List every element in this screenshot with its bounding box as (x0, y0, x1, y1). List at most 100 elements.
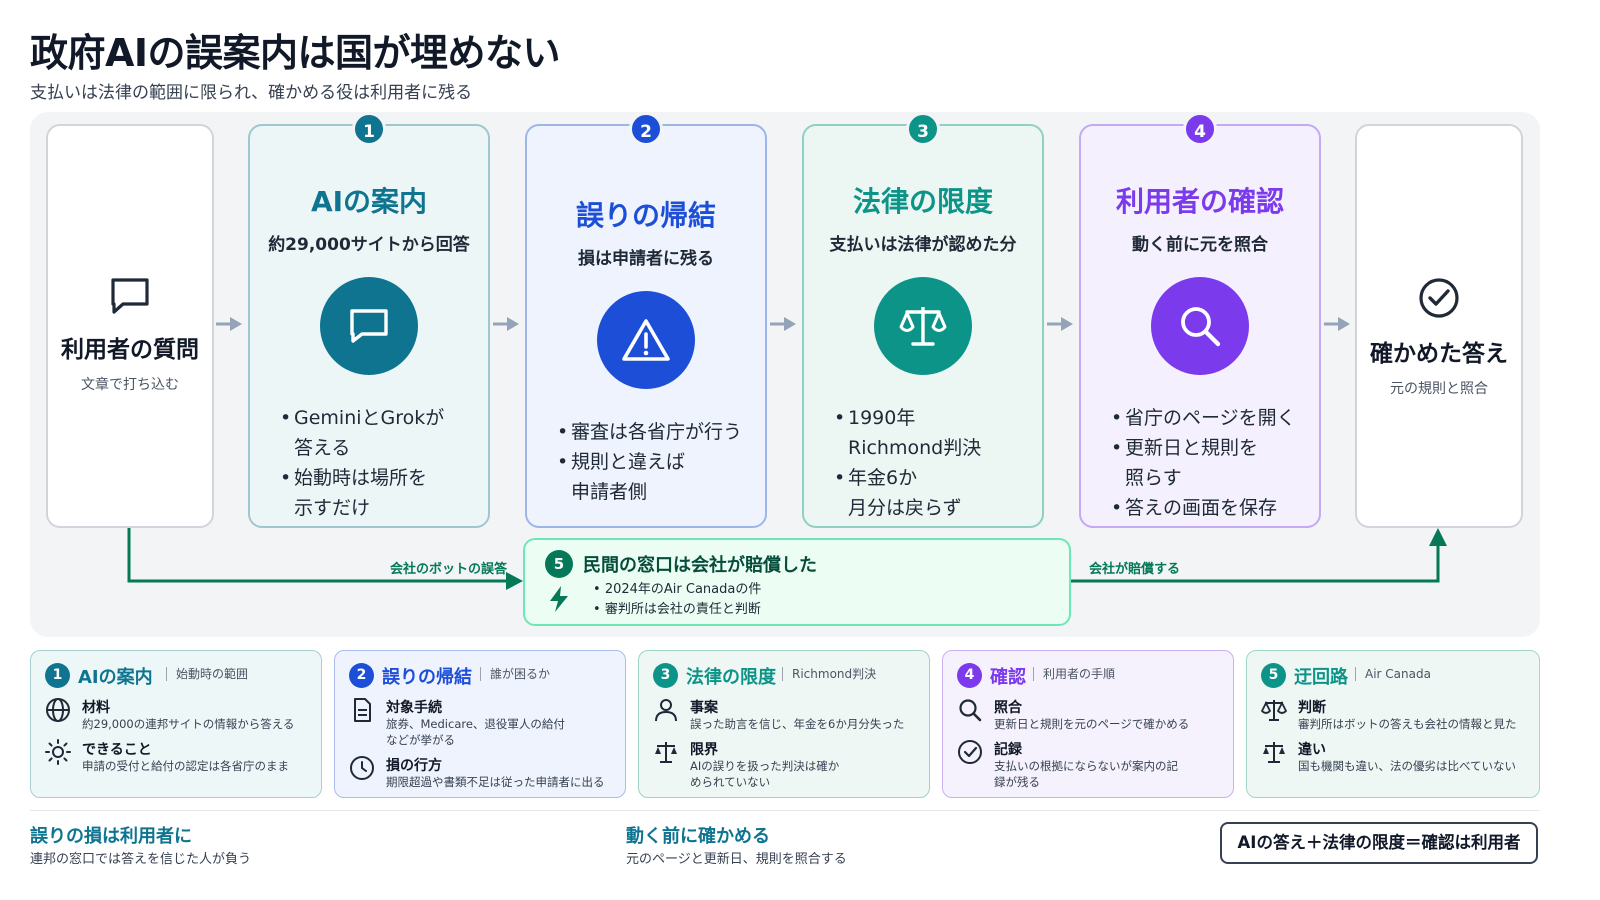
step-sub-1: 約29,000サイトから回答 (268, 235, 470, 255)
info-card-2: 2 誤りの帰結 誰が困るか 対象手続 旅券、Medicare、退役軍人の給付など… (334, 650, 626, 798)
clock-icon (349, 755, 375, 785)
info-card-1: 1 AIの案内 始動時の範囲 材料 約29,000の連邦サイトの情報から答える … (30, 650, 322, 798)
detour-bullet: 審判所は会社の責任と判断 (593, 600, 761, 620)
lightning-icon (547, 585, 571, 617)
sun-icon (45, 739, 71, 769)
step-bullet: 1990年Richmond判決 (834, 403, 1042, 463)
balance-icon (653, 739, 679, 769)
info-card-4: 4 確認 利用者の手順 照合 更新日と規則を元のページで確かめる 記録 支払いの… (942, 650, 1234, 798)
info-row-text: 更新日と規則を元のページで確かめる (994, 717, 1190, 731)
step-card-3: 3 法律の限度 支払いは法律が認めた分 1990年Richmond判決 年金6か… (802, 112, 1044, 528)
info-row-text: 誤った助言を信じ、年金を6か月分失った (690, 717, 905, 731)
info-row-text: 旅券、Medicare、退役軍人の給付などが挙がる (386, 717, 565, 747)
step-title-3: 法律の限度 (852, 185, 993, 218)
detour-bullets: 2024年のAir Canadaの件 審判所は会社の責任と判断 (593, 580, 762, 620)
info-row-label: 照合 (994, 700, 1022, 716)
info-title-4: 確認 (990, 667, 1026, 688)
detour-right-label: 会社が賠償する (1089, 562, 1181, 577)
step-bullet: 年金6か月分は戻らず (834, 463, 1042, 523)
check-circle-icon (1357, 276, 1521, 324)
info-row-label: 判断 (1298, 700, 1326, 716)
end-title: 確かめた答え (1370, 341, 1508, 367)
info-row-label: 材料 (82, 700, 110, 716)
footer-mid-sub: 元のページと更新日、規則を照合する (626, 852, 847, 867)
footer-divider (30, 810, 1540, 811)
detour-arrowhead-left (506, 572, 523, 590)
step-bullets-2: 審査は各省庁が行う 規則と違えば申請者側 (557, 417, 765, 507)
step-card-1: 1 AIの案内 約29,000サイトから回答 GeminiとGrokが答える 始… (248, 112, 490, 528)
step-bullet: GeminiとGrokが答える (280, 403, 488, 463)
step-bullets-3: 1990年Richmond判決 年金6か月分は戻らず (834, 403, 1042, 523)
step-card-2: 2 誤りの帰結 損は申請者に残る 審査は各省庁が行う 規則と違えば申請者側 (525, 112, 767, 528)
scales-icon (1260, 697, 1288, 727)
step-badge-4: 4 (1183, 112, 1217, 146)
step-card-4: 4 利用者の確認 動く前に元を照合 省庁のページを開く 更新日と規則を照らす 答… (1079, 112, 1321, 528)
info-card-5: 5 迂回路 Air Canada 判断 審判所はボットの答えも会社の情報と見た … (1246, 650, 1540, 798)
start-card: 利用者の質問 文章で打ち込む (46, 124, 214, 528)
step-bullet: 審査は各省庁が行う (557, 417, 765, 447)
info-tag-1: 始動時の範囲 (166, 667, 248, 681)
globe-icon (45, 697, 71, 727)
footer-left-sub: 連邦の窓口では答えを信じた人が負う (30, 852, 252, 867)
info-row-label: 事案 (690, 700, 718, 716)
info-tag-4: 利用者の手順 (1033, 667, 1115, 681)
info-row-text: 期限超過や書類不足は従った申請者に出る (386, 775, 605, 789)
step-sub-3: 支払いは法律が認めた分 (829, 235, 1017, 255)
step-bullet: 答えの画面を保存 (1111, 493, 1319, 523)
flow-arrow (770, 317, 796, 331)
info-row-text: AIの誤りを扱った判決は確かめられていない (690, 759, 840, 789)
info-title-5: 迂回路 (1294, 667, 1348, 688)
step-bullet: 始動時は場所を示すだけ (280, 463, 488, 523)
info-row-text: 申請の受付と給付の認定は各省庁のまま (82, 759, 289, 773)
info-row-text: 支払いの根拠にならないが案内の記録が残る (994, 759, 1178, 789)
detour-box: 5 民間の窓口は会社が賠償した 2024年のAir Canadaの件 審判所は会… (523, 538, 1071, 626)
step-title-1: AIの案内 (310, 185, 428, 218)
info-row-label: 違い (1298, 742, 1326, 758)
info-badge-3: 3 (653, 663, 678, 688)
detour-left-label: 会社のボットの誤答 (390, 562, 508, 577)
info-row-label: 損の行方 (386, 758, 442, 774)
footer-mid-title: 動く前に確かめる (626, 826, 770, 847)
detour-bullet: 2024年のAir Canadaの件 (593, 580, 762, 600)
flow-arrow (1324, 317, 1350, 331)
flow-arrow (216, 317, 242, 331)
document-icon (349, 697, 375, 727)
formula-box: AIの答え＋法律の限度＝確認は利用者 (1220, 822, 1538, 864)
detour-arrowhead-right (1429, 528, 1447, 546)
step-title-2: 誤りの帰結 (575, 199, 716, 232)
step-bullets-4: 省庁のページを開く 更新日と規則を照らす 答えの画面を保存 (1111, 403, 1319, 523)
end-card: 確かめた答え 元の規則と照合 (1355, 124, 1523, 528)
step-badge-1: 1 (352, 112, 386, 146)
step-badge-2: 2 (629, 112, 663, 146)
step-bullet: 規則と違えば申請者側 (557, 447, 765, 507)
footer-left-title: 誤りの損は利用者に (30, 826, 192, 847)
info-title-1: AIの案内 (78, 667, 153, 688)
scales-icon (874, 277, 972, 375)
info-badge-4: 4 (957, 663, 982, 688)
start-title: 利用者の質問 (61, 337, 199, 363)
detour-badge: 5 (545, 550, 573, 578)
balance-icon (1261, 739, 1287, 769)
info-row-label: 限界 (690, 742, 718, 758)
info-badge-1: 1 (45, 663, 70, 688)
step-badge-3: 3 (906, 112, 940, 146)
end-sub: 元の規則と照合 (1390, 381, 1488, 397)
info-row-text: 審判所はボットの答えも会社の情報と見た (1298, 717, 1517, 731)
flow-arrow (493, 317, 519, 331)
warning-triangle-icon (597, 291, 695, 389)
step-bullet: 省庁のページを開く (1111, 403, 1319, 433)
chat-bubble-icon (320, 277, 418, 375)
start-sub: 文章で打ち込む (81, 377, 179, 393)
info-title-3: 法律の限度 (686, 667, 776, 688)
search-icon (1151, 277, 1249, 375)
info-row-label: できること (82, 742, 152, 758)
info-tag-3: Richmond判決 (782, 667, 876, 681)
info-tag-2: 誰が困るか (480, 667, 550, 681)
flow-arrow (1047, 317, 1073, 331)
info-row-label: 対象手続 (386, 700, 442, 716)
step-title-4: 利用者の確認 (1115, 185, 1284, 218)
search-icon (957, 697, 983, 727)
info-card-3: 3 法律の限度 Richmond判決 事案 誤った助言を信じ、年金を6か月分失っ… (638, 650, 930, 798)
step-sub-4: 動く前に元を照合 (1132, 235, 1268, 255)
check-circle-icon (957, 739, 983, 769)
